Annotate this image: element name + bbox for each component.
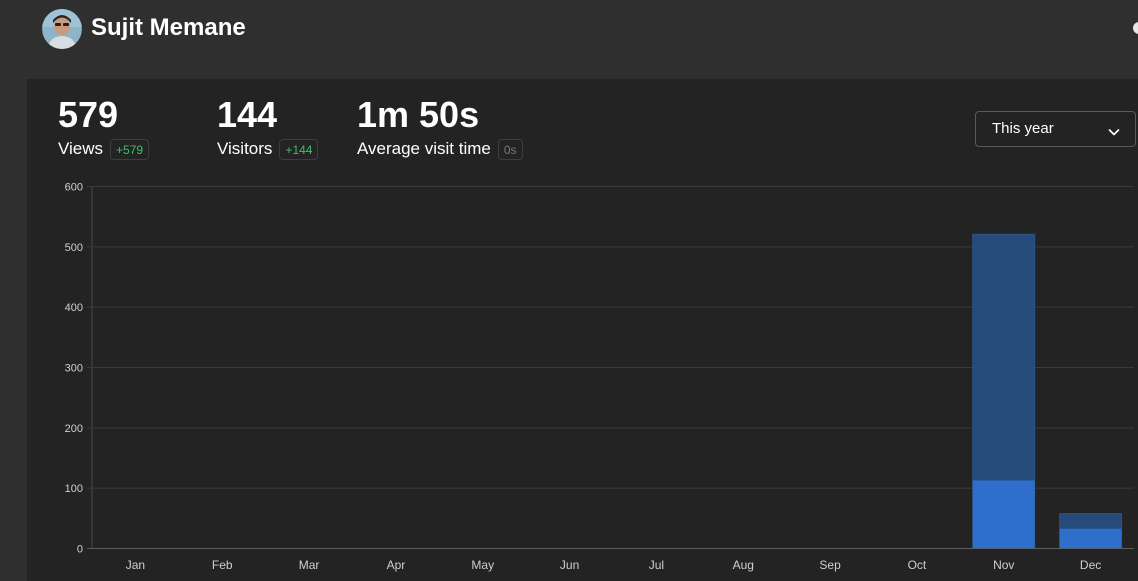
x-tick-label: Jul <box>649 558 664 572</box>
y-tick-label: 300 <box>65 363 83 375</box>
visitors-bar-nov[interactable] <box>972 480 1035 548</box>
y-tick-label: 200 <box>65 423 83 435</box>
x-tick-label: Feb <box>212 558 233 572</box>
x-tick-label: Sep <box>819 558 841 572</box>
x-tick-label: Jan <box>126 558 145 572</box>
x-tick-label: Oct <box>908 558 927 572</box>
x-tick-label: Jun <box>560 558 579 572</box>
x-tick-label: Dec <box>1080 558 1101 572</box>
x-tick-label: Mar <box>299 558 320 572</box>
visitors-bar-dec[interactable] <box>1059 528 1122 548</box>
x-tick-label: Aug <box>733 558 754 572</box>
y-tick-label: 100 <box>65 483 83 495</box>
x-tick-label: Nov <box>993 558 1014 572</box>
x-tick-label: Apr <box>387 558 406 572</box>
y-tick-label: 0 <box>77 544 83 556</box>
y-tick-label: 600 <box>65 182 83 194</box>
views-chart: 0 100 200 300 400 500 600 Jan Feb Mar Apr May Jun Jul… <box>65 182 1134 572</box>
x-tick-label: May <box>471 558 494 572</box>
y-tick-label: 400 <box>65 302 83 314</box>
y-tick-label: 500 <box>65 242 83 254</box>
